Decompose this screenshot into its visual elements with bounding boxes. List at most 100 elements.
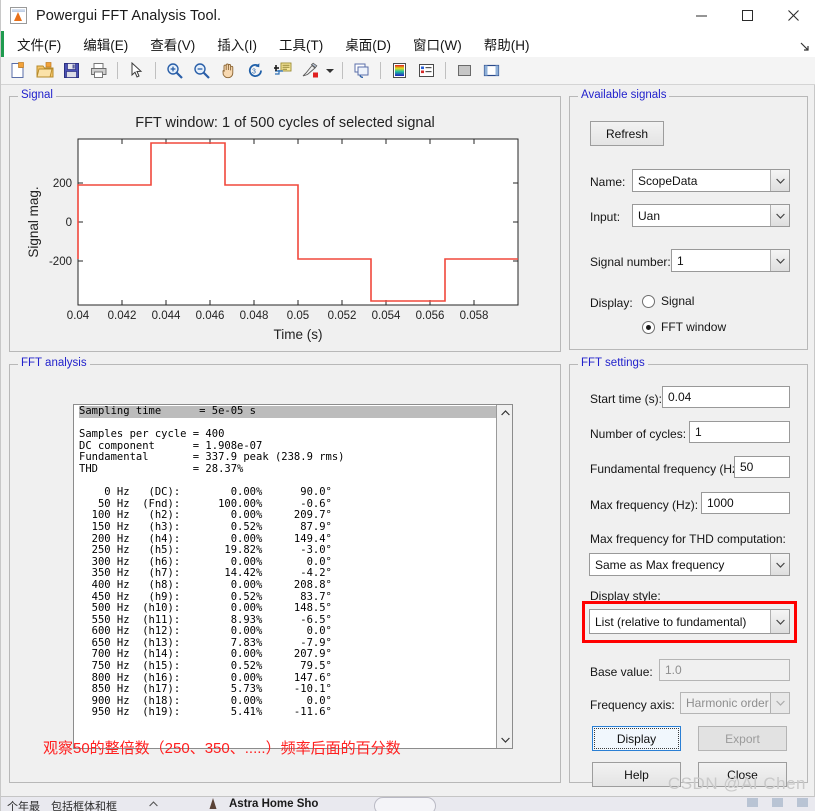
frequency-axis-value: Harmonic order (686, 696, 769, 710)
name-label: Name: (590, 175, 626, 189)
toolbar-separator (445, 62, 446, 79)
chevron-down-icon[interactable] (770, 693, 789, 713)
fft-report-scrollbar[interactable] (496, 405, 512, 748)
chevron-down-icon[interactable] (770, 170, 789, 191)
svg-text:Signal mag.: Signal mag. (26, 186, 41, 257)
taskbar-app-text[interactable]: Astra Home Sho (229, 798, 318, 810)
zoom-in-icon[interactable] (163, 60, 186, 82)
tray-icon-2[interactable] (747, 798, 758, 807)
svg-text:0.05: 0.05 (287, 310, 309, 322)
name-select[interactable]: ScopeData (632, 169, 790, 192)
new-figure-icon[interactable] (6, 60, 29, 82)
available-signals-legend: Available signals (578, 89, 670, 101)
radio-button-unselected[interactable] (642, 294, 655, 308)
number-of-cycles-input[interactable]: 1 (689, 421, 790, 443)
fft-report-first-line: Sampling time = 5e-05 s (79, 405, 496, 418)
close-button[interactable] (770, 0, 815, 31)
display-style-value: List (relative to fundamental) (595, 614, 747, 629)
rotate-3d-icon[interactable]: 3 (244, 60, 267, 82)
export-button[interactable]: Export (698, 726, 787, 751)
toolbar-separator (117, 62, 118, 79)
data-cursor-icon[interactable] (271, 60, 294, 82)
fundamental-frequency-input[interactable]: 50 (734, 456, 790, 478)
signal-plot-svg: 0.04 0.042 0.044 0.046 0.048 0.05 0.052 … (26, 138, 519, 342)
show-plot-tools-icon[interactable] (480, 60, 503, 82)
legend-icon[interactable] (415, 60, 438, 82)
chevron-down-icon[interactable] (770, 250, 789, 271)
refresh-button[interactable]: Refresh (590, 121, 664, 146)
max-frequency-thd-label: Max frequency for THD computation: (590, 532, 786, 546)
svg-text:200: 200 (53, 178, 72, 190)
start-time-label: Start time (s): (590, 392, 663, 406)
tray-icon-4[interactable] (797, 798, 808, 807)
open-file-icon[interactable] (33, 60, 56, 82)
display-style-select[interactable]: List (relative to fundamental) (589, 609, 790, 634)
svg-text:-200: -200 (49, 256, 72, 268)
menu-edit[interactable]: 编辑(E) (74, 31, 137, 57)
print-icon[interactable] (87, 60, 110, 82)
minimize-button[interactable] (678, 0, 724, 31)
fft-report-body: Samples per cycle = 400 DC component = 1… (79, 428, 345, 719)
maximize-button[interactable] (724, 0, 770, 31)
max-frequency-value: 1000 (707, 496, 734, 510)
taskbar-tray (747, 798, 808, 807)
brush-icon[interactable] (298, 60, 321, 82)
max-frequency-thd-select[interactable]: Same as Max frequency (589, 553, 790, 576)
start-time-input[interactable]: 0.04 (662, 386, 790, 408)
chevron-down-icon[interactable] (770, 610, 789, 633)
window-title: Powergui FFT Analysis Tool. (36, 7, 222, 24)
chevron-up-icon[interactable] (497, 405, 512, 421)
frequency-axis-select[interactable]: Harmonic order (680, 692, 790, 714)
watermark: CSDN @AI Chen (667, 774, 806, 793)
max-frequency-thd-value: Same as Max frequency (595, 557, 725, 572)
radio-display-signal[interactable]: Signal (642, 294, 694, 308)
toolbar-separator (380, 62, 381, 79)
svg-text:0.044: 0.044 (152, 310, 181, 322)
max-frequency-label: Max frequency (Hz): (590, 498, 699, 512)
fft-settings-legend: FFT settings (578, 357, 648, 369)
menu-desktop[interactable]: 桌面(D) (336, 31, 400, 57)
menu-window[interactable]: 窗口(W) (404, 31, 471, 57)
pan-icon[interactable] (217, 60, 240, 82)
fft-analysis-legend: FFT analysis (18, 357, 90, 369)
input-select-value: Uan (638, 208, 661, 223)
tray-icon-1[interactable] (206, 797, 220, 811)
matlab-figure-icon (10, 7, 27, 24)
menu-tools[interactable]: 工具(T) (270, 31, 332, 57)
hide-plot-tools-icon[interactable] (453, 60, 476, 82)
chevron-down-icon[interactable] (497, 732, 512, 748)
chevron-up-icon[interactable] (149, 799, 158, 809)
menu-view[interactable]: 查看(V) (141, 31, 204, 57)
link-plot-icon[interactable] (350, 60, 373, 82)
signal-number-select[interactable]: 1 (671, 249, 790, 272)
pointer-icon[interactable] (125, 60, 148, 82)
taskbar-pill[interactable] (374, 797, 436, 811)
base-value-input[interactable]: 1.0 (659, 659, 790, 681)
svg-text:0.056: 0.056 (416, 310, 445, 322)
tray-icon-3[interactable] (772, 798, 783, 807)
max-frequency-input[interactable]: 1000 (701, 492, 790, 514)
save-icon[interactable] (60, 60, 83, 82)
input-select[interactable]: Uan (632, 204, 790, 227)
available-signals-panel: Available signals Refresh Name: ScopeDat… (569, 89, 808, 350)
radio-button-selected[interactable] (642, 320, 655, 334)
fft-analysis-panel: FFT analysis Sampling time = 5e-05 s Sam… (9, 357, 561, 783)
taskbar: 个年最 包括框体和框 Astra Home Sho (1, 796, 815, 811)
fft-report-textbox[interactable]: Sampling time = 5e-05 s Samples per cycl… (73, 404, 513, 749)
chevron-down-icon[interactable] (770, 205, 789, 226)
menu-file[interactable]: 文件(F) (8, 31, 70, 57)
menu-insert[interactable]: 插入(I) (208, 31, 266, 57)
taskbar-left-text: 个年最 包括框体和框 (7, 801, 117, 811)
menu-help[interactable]: 帮助(H) (475, 31, 539, 57)
display-button[interactable]: Display (592, 726, 681, 751)
chevron-down-icon[interactable] (770, 554, 789, 575)
zoom-out-icon[interactable] (190, 60, 213, 82)
colorbar-icon[interactable] (388, 60, 411, 82)
powergui-fft-analysis-window: Powergui FFT Analysis Tool. 文件(F) 编辑(E) … (0, 0, 815, 811)
radio-display-fft-window[interactable]: FFT window (642, 320, 726, 334)
title-bar: Powergui FFT Analysis Tool. (1, 0, 815, 31)
radio-display-fft-window-label: FFT window (661, 320, 727, 334)
brush-dropdown-icon[interactable] (325, 60, 335, 82)
svg-text:3: 3 (252, 69, 256, 76)
fundamental-frequency-value: 50 (740, 460, 754, 474)
